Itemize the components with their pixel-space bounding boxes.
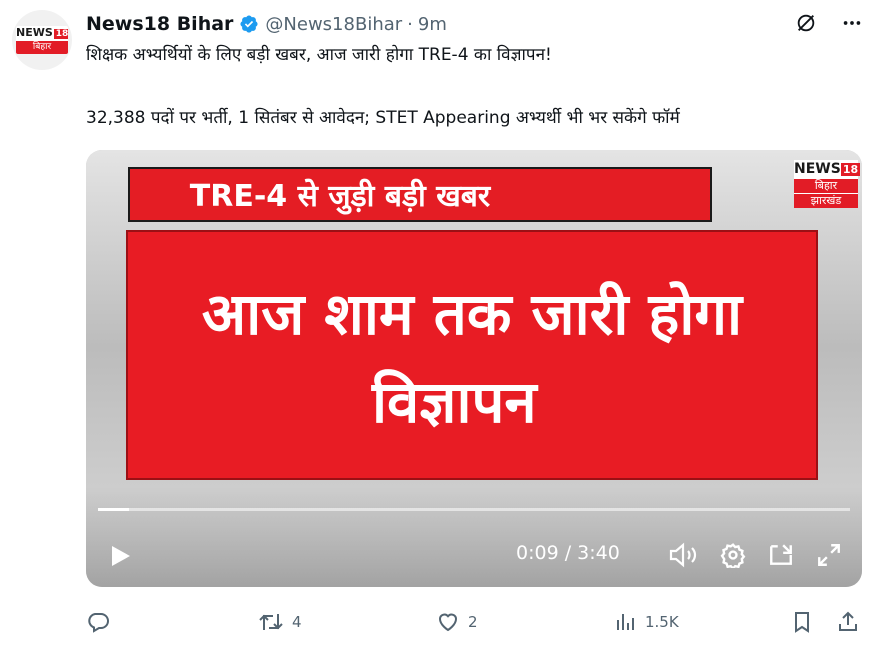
repost-icon (259, 614, 283, 630)
video-time: 0:09 / 3:40 (516, 542, 620, 564)
share-icon (839, 611, 857, 631)
play-icon[interactable] (110, 544, 132, 572)
share-button[interactable] (836, 610, 860, 634)
channel-logo-line-2: झारखंड (794, 193, 858, 208)
repost-count: 4 (292, 613, 302, 631)
tweet-text-line-1: शिक्षक अभ्यर्थियों के लिए बड़ी खबर, आज ज… (86, 45, 552, 65)
channel-logo: NEWS 18 बिहार झारखंड (794, 160, 861, 208)
tweet-time[interactable]: 9m (418, 14, 447, 35)
like-count: 2 (468, 613, 478, 631)
like-button[interactable]: 2 (436, 610, 478, 634)
author-avatar[interactable]: NEWS 18 बिहार (12, 10, 72, 70)
bookmark-icon (795, 612, 809, 633)
grok-icon[interactable] (795, 12, 817, 34)
channel-logo-number: 18 (840, 163, 861, 176)
repost-button[interactable]: 4 (258, 610, 302, 634)
bookmark-button[interactable] (790, 610, 814, 634)
tweet-top-actions (795, 12, 863, 34)
video-main-headline-line-2: विज्ञापन (372, 368, 537, 436)
tweet-actions: 4 2 1.5K (86, 610, 862, 636)
video-main-headline-line-1: आज शाम तक जारी होगा (201, 280, 743, 348)
news18-bihar-logo: NEWS 18 बिहार (16, 26, 68, 54)
video-top-banner: TRE-4 से जुड़ी बड़ी खबर (128, 167, 712, 222)
volume-icon[interactable] (668, 542, 698, 568)
like-icon (438, 613, 458, 632)
reply-icon (88, 613, 109, 633)
video-player[interactable]: TRE-4 से जुड़ी बड़ी खबर आज शाम तक जारी ह… (86, 150, 862, 587)
video-control-icons (668, 542, 842, 568)
pip-icon[interactable] (768, 542, 794, 568)
tweet-header: News18 Bihar @News18Bihar · 9m (86, 12, 447, 36)
video-progress-fill (98, 508, 129, 511)
separator-dot: · (407, 13, 413, 35)
settings-icon[interactable] (720, 542, 746, 568)
video-progress-bar[interactable] (98, 508, 850, 511)
tweet-text-line-2: 32,388 पदों पर भर्ती, 1 सितंबर से आवेदन;… (86, 108, 680, 128)
reply-button[interactable] (86, 610, 118, 634)
video-top-headline: TRE-4 से जुड़ी बड़ी खबर (189, 179, 491, 214)
fullscreen-icon[interactable] (816, 542, 842, 568)
author-name[interactable]: News18 Bihar (86, 13, 233, 35)
logo-number: 18 (53, 29, 68, 39)
video-main-banner: आज शाम तक जारी होगा विज्ञापन (126, 230, 818, 480)
author-handle[interactable]: @News18Bihar (265, 14, 402, 35)
video-controls-overlay (86, 487, 862, 587)
more-icon[interactable] (841, 12, 863, 34)
logo-word: NEWS (16, 26, 53, 39)
views-count: 1.5K (645, 613, 679, 631)
verified-badge-icon[interactable] (239, 14, 259, 34)
logo-subtitle: बिहार (16, 41, 68, 54)
views-icon (617, 614, 634, 630)
channel-logo-line-1: बिहार (794, 179, 858, 193)
views-button[interactable]: 1.5K (613, 610, 679, 634)
channel-logo-word: NEWS (794, 161, 841, 177)
